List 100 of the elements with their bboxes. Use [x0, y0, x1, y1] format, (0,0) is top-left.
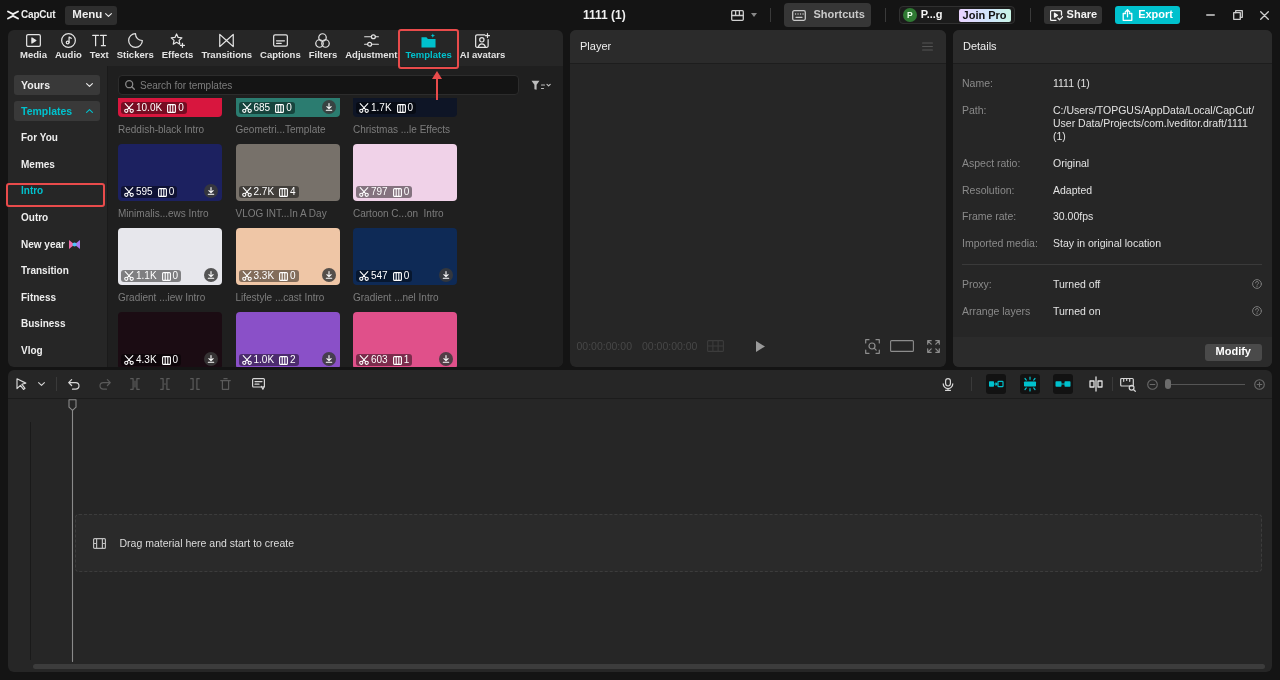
usage-count: 4.3K: [136, 354, 157, 366]
panel-tab[interactable]: Text: [88, 30, 110, 66]
usage-count: 1.7K: [371, 102, 392, 114]
share-button[interactable]: Share: [1043, 6, 1103, 24]
pointer-icon[interactable]: [15, 378, 27, 390]
fullscreen-icon[interactable]: [927, 339, 940, 353]
scissors-icon: [241, 187, 252, 197]
caret-down-icon[interactable]: [751, 13, 758, 17]
clip-count: 0: [172, 354, 179, 366]
category-item[interactable]: Transition: [14, 257, 100, 285]
zoom-in-icon[interactable]: [1253, 378, 1265, 390]
microphone-icon[interactable]: [942, 377, 954, 391]
panel-tab[interactable]: Captions: [259, 30, 302, 66]
panel-tab[interactable]: Audio: [53, 30, 83, 66]
avatar: P: [902, 8, 917, 22]
arrow-clips-icon[interactable]: [986, 374, 1006, 394]
filter-icon[interactable]: [531, 79, 551, 91]
download-icon[interactable]: [204, 352, 218, 366]
panel-tab[interactable]: Templates: [404, 30, 453, 66]
help-icon[interactable]: [1252, 279, 1262, 289]
logo-icon: [7, 10, 19, 20]
category-dropdown[interactable]: Yours: [14, 75, 100, 95]
split-bar-icon[interactable]: [1088, 376, 1103, 392]
category-item[interactable]: Vlog: [14, 337, 100, 365]
category-item[interactable]: Memes: [14, 151, 100, 179]
thumbnail-placeholder[interactable]: 547 0: [353, 228, 457, 285]
clip-count: 0: [178, 102, 184, 114]
zoom-frame-icon[interactable]: [865, 338, 880, 354]
download-icon[interactable]: [321, 100, 336, 114]
panel-tab[interactable]: Adjustment: [344, 30, 399, 66]
download-icon[interactable]: [321, 352, 336, 366]
thumbnail-placeholder[interactable]: 3.3K 0: [235, 228, 340, 285]
clip-count: 0: [172, 270, 179, 282]
download-icon[interactable]: [204, 184, 218, 198]
detail-label: Frame rate:: [962, 210, 1018, 224]
category-item[interactable]: Fitness: [14, 284, 100, 312]
clip-count: 4: [290, 186, 296, 198]
search-icon: [125, 80, 135, 90]
zoom-out-icon[interactable]: [1147, 378, 1158, 390]
film-icon: [279, 355, 289, 365]
clip-count: 0: [407, 102, 414, 114]
usage-count: 595: [136, 186, 153, 198]
ruler-magnifier-icon[interactable]: [1120, 376, 1136, 392]
help-icon[interactable]: [1252, 305, 1262, 316]
category-item[interactable]: Outro: [14, 204, 100, 232]
clip-count: 0: [403, 270, 410, 282]
restore-icon[interactable]: [1233, 10, 1243, 20]
thumbnail-placeholder[interactable]: 2.7K 4: [235, 144, 340, 201]
download-icon[interactable]: [204, 268, 218, 282]
panel-tab[interactable]: Effects: [160, 30, 195, 66]
category-item[interactable]: For You: [14, 125, 100, 152]
download-icon[interactable]: [439, 352, 453, 366]
detail-label: Name:: [962, 77, 994, 91]
film-icon: [161, 355, 171, 365]
thumbnail-placeholder[interactable]: 1.1K 0: [118, 228, 222, 285]
category-dropdown[interactable]: Templates: [14, 101, 100, 121]
modify-button[interactable]: Modify: [1204, 343, 1262, 361]
layout-icon[interactable]: [731, 9, 745, 21]
close-icon[interactable]: [1260, 10, 1269, 20]
detail-label: Resolution:: [962, 183, 1016, 197]
thumbnail-placeholder[interactable]: 685 0: [235, 98, 340, 117]
shortcuts-button[interactable]: Shortcuts: [784, 3, 871, 27]
play-icon[interactable]: [756, 340, 766, 352]
film-icon: [392, 271, 402, 281]
join-pro-button[interactable]: Join Pro: [958, 8, 1011, 22]
category-item[interactable]: New year: [14, 231, 100, 258]
chevron-down-icon[interactable]: [37, 382, 45, 386]
thumbnail-placeholder[interactable]: 797 0: [353, 144, 457, 201]
usage-count: 797: [371, 186, 388, 198]
slider-thumb[interactable]: [1165, 379, 1171, 389]
search-field[interactable]: Search for templates: [118, 75, 519, 95]
thumbnail-placeholder[interactable]: 603 1: [353, 312, 457, 367]
panel-tab[interactable]: Stickers: [115, 30, 155, 66]
download-icon[interactable]: [321, 268, 336, 282]
thumbnail-placeholder[interactable]: 1.0K 2: [235, 312, 340, 367]
panel-tab[interactable]: AI avatars: [458, 30, 507, 66]
menu-button[interactable]: Menu: [65, 5, 118, 25]
detail-label: Aspect ratio:: [962, 156, 1022, 171]
bowtie-icon: [219, 33, 235, 48]
detail-value: 1111 (1): [1053, 77, 1090, 91]
panel-tab[interactable]: Media: [19, 30, 48, 66]
setting-value: Turned off: [1053, 278, 1102, 292]
template-title: Reddish-black Intro: [118, 123, 206, 137]
thumbnail-placeholder[interactable]: 4.3K 0: [118, 312, 222, 367]
thumbnail-placeholder[interactable]: 595 0: [118, 144, 222, 201]
burst-clip-icon[interactable]: [1019, 374, 1040, 394]
category-item[interactable]: Intro: [14, 178, 100, 205]
thumbnail-placeholder[interactable]: 10.0K 0: [118, 98, 222, 117]
download-icon[interactable]: [439, 268, 453, 282]
linked-clips-icon[interactable]: [1052, 374, 1073, 394]
text-box-icon[interactable]: [251, 378, 265, 390]
category-item[interactable]: Business: [14, 311, 100, 338]
undo-icon[interactable]: [67, 378, 80, 390]
panel-tab[interactable]: Transitions: [200, 30, 254, 66]
thumbnail-placeholder[interactable]: 1.7K 0: [353, 98, 457, 117]
playhead[interactable]: [68, 399, 77, 662]
film-icon: [167, 103, 177, 113]
usage-count: 10.0K: [136, 102, 163, 114]
rectangle-icon[interactable]: [890, 340, 914, 352]
panel-tab[interactable]: Filters: [307, 30, 339, 66]
